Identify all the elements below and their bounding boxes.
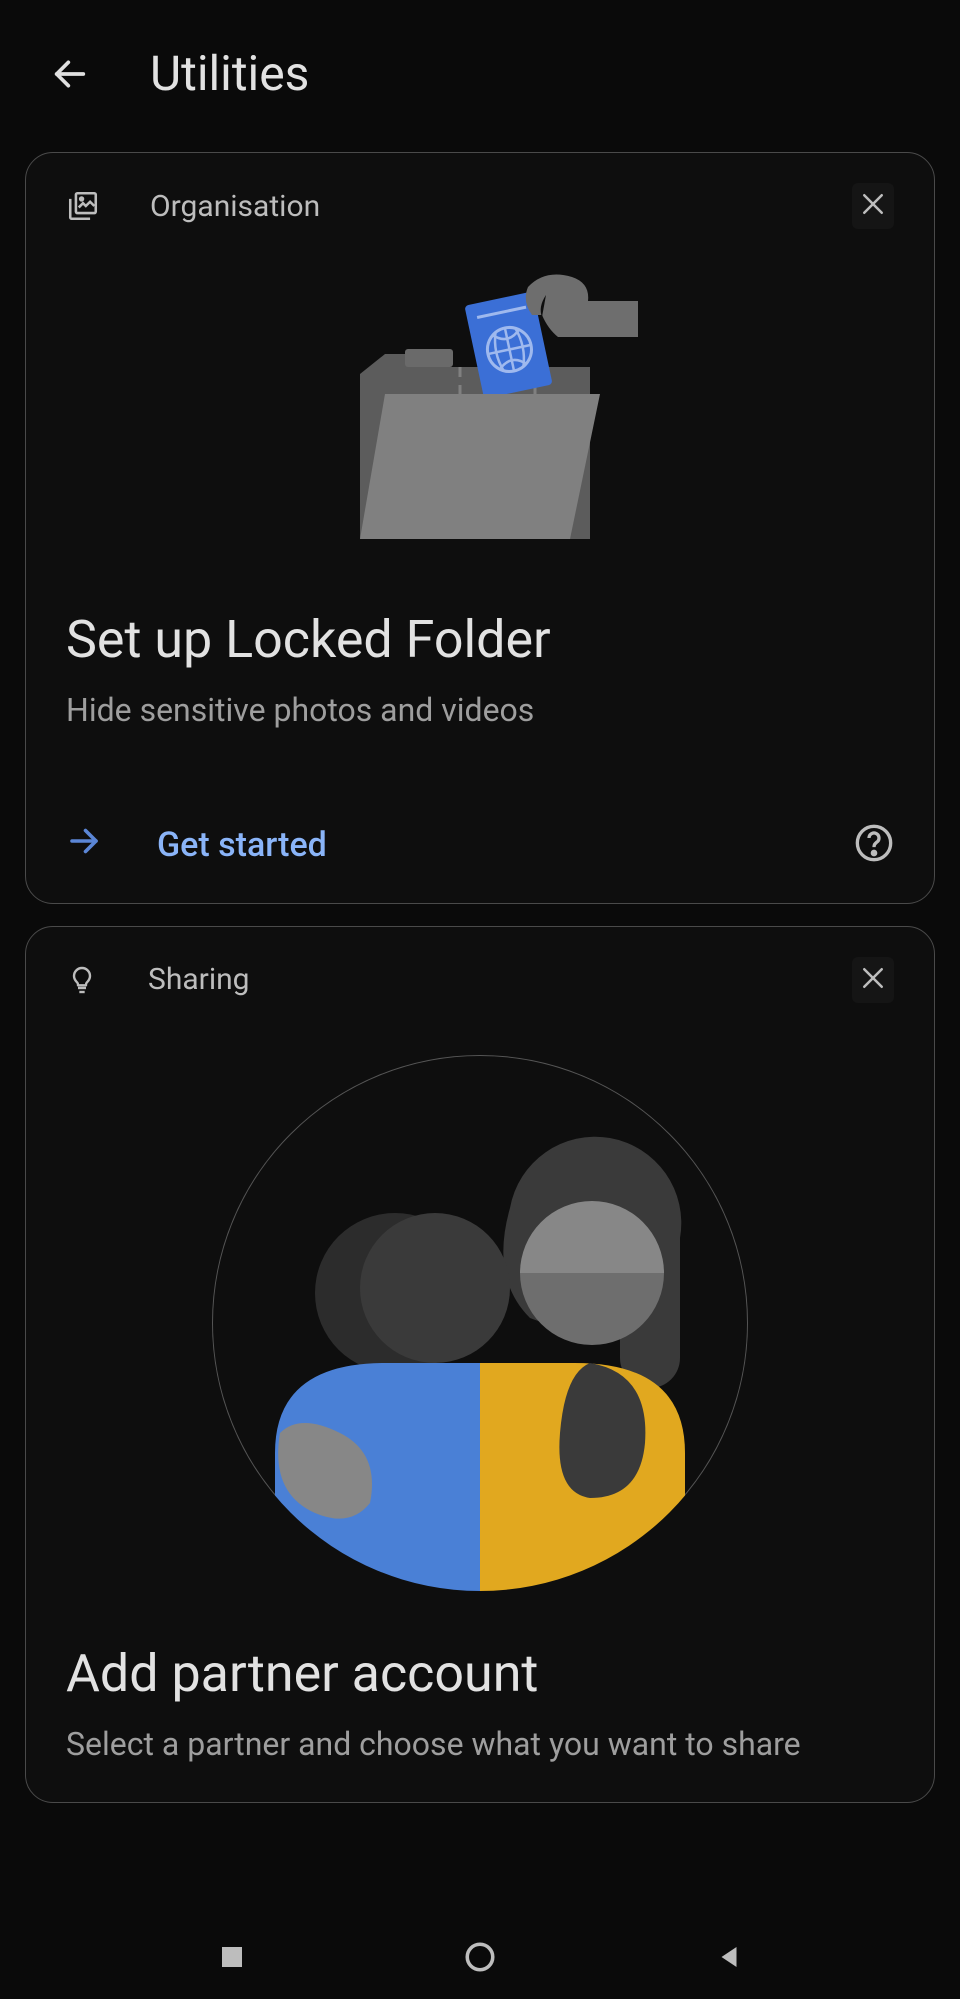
nav-recent-apps-button[interactable]	[217, 1942, 247, 1976]
card-sharing: Sharing	[25, 926, 935, 1803]
nav-back-button[interactable]	[714, 1942, 744, 1976]
triangle-left-icon	[714, 1942, 744, 1972]
collections-icon	[66, 189, 100, 223]
lightbulb-icon	[66, 964, 98, 996]
card-title: Set up Locked Folder	[66, 609, 894, 670]
card-category-label: Organisation	[150, 189, 320, 224]
dismiss-card-button[interactable]	[852, 957, 894, 1003]
page-title: Utilities	[150, 45, 309, 102]
card-subtitle: Select a partner and choose what you wan…	[66, 1722, 894, 1767]
locked-folder-illustration	[66, 259, 894, 559]
action-label: Get started	[157, 825, 327, 865]
nav-home-button[interactable]	[463, 1940, 497, 1978]
square-icon	[217, 1942, 247, 1972]
circle-icon	[463, 1940, 497, 1974]
card-organisation: Organisation	[25, 152, 935, 904]
system-navigation-bar	[0, 1919, 960, 1999]
get-started-button[interactable]: Get started	[66, 823, 327, 868]
close-icon	[858, 189, 888, 219]
partner-sharing-illustration	[66, 1033, 894, 1593]
card-subtitle: Hide sensitive photos and videos	[66, 688, 894, 733]
arrow-left-icon	[50, 54, 90, 94]
help-button[interactable]	[854, 823, 894, 867]
card-category-label: Sharing	[148, 962, 250, 997]
help-icon	[854, 823, 894, 863]
dismiss-card-button[interactable]	[852, 183, 894, 229]
back-button[interactable]	[50, 54, 90, 94]
app-header: Utilities	[0, 0, 960, 132]
arrow-right-icon	[66, 823, 102, 868]
close-icon	[858, 963, 888, 993]
card-title: Add partner account	[66, 1643, 894, 1704]
